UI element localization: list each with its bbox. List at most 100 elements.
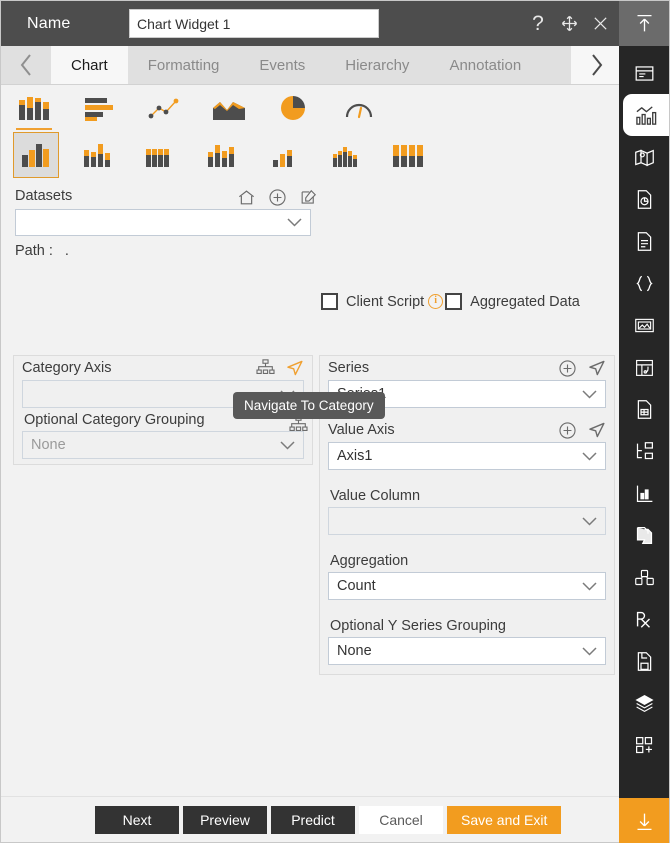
rail-item-bar-graph[interactable] [619,472,669,514]
series-title: Series [328,360,370,376]
category-grouping-select[interactable]: None [22,431,304,459]
tabs-prev-arrow[interactable] [1,46,51,84]
preview-button[interactable]: Preview [183,805,267,834]
chevron-down-icon [280,440,295,450]
datasets-actions [237,188,318,207]
home-icon[interactable] [237,188,256,207]
column-small-icon[interactable] [261,132,307,178]
chevron-down-icon [287,218,302,227]
bar-chart-icon[interactable] [78,89,120,129]
rail-item-map-widget[interactable] [619,136,669,178]
rail-item-file-doc[interactable] [619,388,669,430]
clustered-column-icon[interactable] [13,132,59,178]
rail-item-form-widget[interactable] [619,52,669,94]
client-script-checkbox[interactable] [321,293,338,310]
name-label: Name [27,14,71,32]
value-axis-select[interactable]: Axis1 [328,442,606,470]
move-icon[interactable] [558,13,580,35]
rail-item-calendar-widget[interactable] [619,346,669,388]
plus-circle-icon[interactable] [268,188,287,207]
gauge-chart-icon[interactable] [338,89,380,129]
rail-item-image-gallery[interactable] [619,304,669,346]
value-axis-label: Value Axis [328,422,395,438]
rail-item-layers[interactable] [619,682,669,724]
series-header: Series [320,356,614,380]
rail-item-prescription-rx[interactable] [619,598,669,640]
navigate-arrow-icon[interactable] [285,359,304,378]
rail-item-tree-hierarchy[interactable] [619,430,669,472]
client-script-label: Client Script [346,293,425,310]
y-series-grouping-value: None [337,643,372,659]
tab-annotation[interactable]: Annotation [429,46,542,84]
options-row: Client Script i Aggregated Data [321,293,580,310]
predict-button[interactable]: Predict [271,805,355,834]
aggregation-label: Aggregation [330,553,409,569]
aggregation-value: Count [337,578,376,594]
rail-item-document[interactable] [619,220,669,262]
path-label: Path : [15,243,53,259]
expand-down-icon[interactable] [619,798,669,843]
navigate-to-category-tooltip: Navigate To Category [233,392,385,419]
tab-events[interactable]: Events [239,46,326,84]
column-chart-icon[interactable] [13,89,55,130]
value-axis-value: Axis1 [337,448,373,464]
rail-item-add-widget[interactable] [619,724,669,766]
close-icon[interactable] [589,13,611,35]
widget-name-input[interactable] [129,9,379,38]
rail-item-list [619,46,669,766]
rail-item-report-chart[interactable] [619,178,669,220]
stacked-column-100-icon[interactable] [137,132,183,178]
tab-hierarchy[interactable]: Hierarchy [325,46,430,84]
chart-widget-dialog: Name ? Chart Formatting Eve [0,0,670,843]
category-grouping-value: None [31,437,66,453]
clustered-stacked-column-icon[interactable] [199,132,245,178]
path-value: . [64,243,69,259]
rail-item-blocks-cube[interactable] [619,556,669,598]
datasets-select[interactable] [15,209,311,236]
aggregated-data-checkbox[interactable] [445,293,463,310]
rail-item-json-braces[interactable] [619,262,669,304]
rail-item-chart-widget[interactable] [623,94,669,136]
next-button[interactable]: Next [95,805,179,834]
tab-chart[interactable]: Chart [51,46,128,84]
value-axis-header: Value Axis [328,418,606,442]
full-stacked-column-icon[interactable] [385,132,431,178]
dialog-footer: Next Preview Predict Cancel Save and Exi… [1,796,621,842]
scatter-line-chart-icon[interactable] [143,89,185,129]
rail-item-save-document[interactable] [619,640,669,682]
chevron-down-icon [582,516,597,526]
tab-strip: Chart Formatting Events Hierarchy Annota… [1,46,621,85]
chevron-down-icon [582,389,597,399]
chevron-down-icon [582,646,597,656]
stacked-column-icon[interactable] [75,132,121,178]
hierarchy-icon[interactable] [256,358,275,378]
rail-item-copy-page[interactable] [619,514,669,556]
aggregated-data-label: Aggregated Data [470,293,580,310]
dialog-titlebar: Name ? [1,1,621,46]
tab-formatting[interactable]: Formatting [127,46,240,84]
chevron-down-icon [582,451,597,461]
tabs-next-arrow[interactable] [571,46,621,84]
column-grouped-icon[interactable] [323,132,369,178]
aggregation-select[interactable]: Count [328,572,606,600]
chart-tab-content: Datasets Path: . Client Script i Aggreg… [1,85,621,798]
value-column-label: Value Column [330,488,421,504]
pie-chart-icon[interactable] [273,89,315,129]
tab-list: Chart Formatting Events Hierarchy Annota… [51,46,571,84]
value-column-select[interactable] [328,507,606,535]
category-axis-header: Category Axis [14,356,312,380]
navigate-arrow-icon[interactable] [587,359,606,378]
plus-circle-icon[interactable] [558,421,577,440]
datasets-label: Datasets [15,188,73,204]
area-chart-icon[interactable] [208,89,250,129]
help-icon[interactable]: ? [527,12,549,35]
y-series-grouping-select[interactable]: None [328,637,606,665]
collapse-up-icon[interactable] [619,1,669,46]
right-rail [619,1,669,843]
edit-pencil-icon[interactable] [299,188,318,207]
save-and-exit-button[interactable]: Save and Exit [447,805,562,834]
navigate-arrow-icon[interactable] [587,421,606,440]
cancel-button[interactable]: Cancel [359,805,443,834]
info-icon[interactable]: i [428,294,444,309]
plus-circle-icon[interactable] [558,359,577,378]
